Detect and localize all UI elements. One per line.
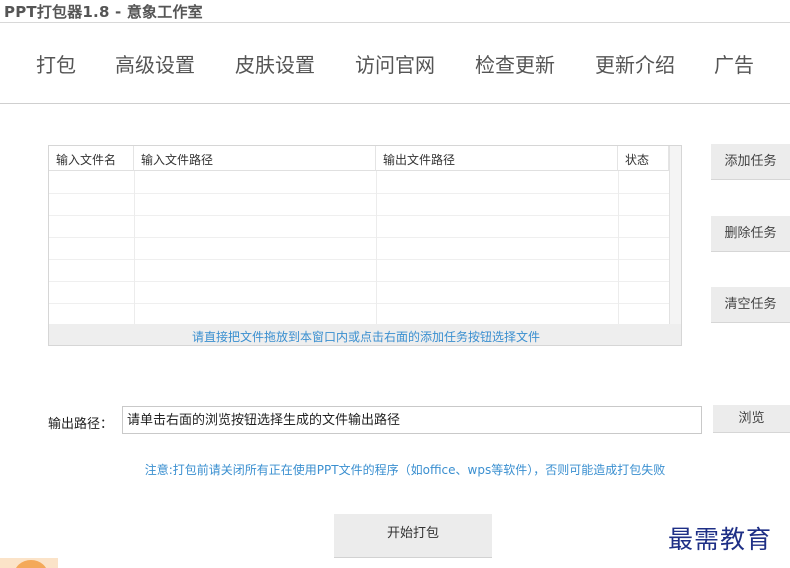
menu-item-skin-settings[interactable]: 皮肤设置 (235, 49, 315, 78)
column-divider (376, 171, 377, 324)
menu-item-pack[interactable]: 打包 (36, 49, 76, 78)
row-divider (49, 193, 669, 194)
column-divider (134, 171, 135, 324)
orange-blob-icon (14, 560, 48, 568)
delete-task-button[interactable]: 删除任务 (711, 216, 790, 252)
drop-hint-text: 请直接把文件拖放到本窗口内或点击右面的添加任务按钮选择文件 (191, 330, 540, 344)
menu-item-visit-website[interactable]: 访问官网 (355, 49, 435, 78)
watermark: 最需教育 (668, 525, 773, 554)
output-path-input[interactable] (122, 406, 702, 434)
top-menu: 打包 高级设置 皮肤设置 访问官网 检查更新 更新介绍 广告 (0, 22, 790, 104)
title-bar: PPT打包器1.8 - 意象工作室 (0, 0, 790, 22)
bottom-decoration (0, 558, 58, 568)
drop-hint-bar: 请直接把文件拖放到本窗口内或点击右面的添加任务按钮选择文件 (49, 324, 681, 345)
menu-item-ads[interactable]: 广告 (714, 49, 754, 78)
start-pack-button[interactable]: 开始打包 (334, 514, 492, 558)
output-path-label: 输出路径： (48, 417, 114, 432)
menu-item-update-notes[interactable]: 更新介绍 (595, 49, 675, 78)
column-header-output-path[interactable]: 输出文件路径 (376, 146, 618, 171)
column-divider (618, 171, 619, 324)
column-header-status[interactable]: 状态 (618, 146, 669, 171)
row-divider (49, 215, 669, 216)
task-grid[interactable]: 输入文件名 输入文件路径 输出文件路径 状态 (49, 146, 669, 324)
row-divider (49, 259, 669, 260)
column-header-input-path[interactable]: 输入文件路径 (134, 146, 376, 171)
row-divider (49, 281, 669, 282)
add-task-button[interactable]: 添加任务 (711, 144, 790, 180)
notice-text: 注意:打包前请关闭所有正在使用PPT文件的程序（如office、wps等软件），… (144, 463, 666, 477)
row-divider (49, 237, 669, 238)
task-table[interactable]: 输入文件名 输入文件路径 输出文件路径 状态 请直接把文件拖放到本窗口内或点击右… (48, 145, 682, 346)
table-scrollbar[interactable] (669, 146, 681, 324)
menu-item-advanced-settings[interactable]: 高级设置 (115, 49, 195, 78)
column-header-input-name[interactable]: 输入文件名 (49, 146, 134, 171)
browse-button[interactable]: 浏览 (713, 405, 790, 433)
row-divider (49, 303, 669, 304)
window-title: PPT打包器1.8 - 意象工作室 (4, 3, 203, 21)
menu-item-check-update[interactable]: 检查更新 (475, 49, 555, 78)
clear-tasks-button[interactable]: 清空任务 (711, 287, 790, 323)
